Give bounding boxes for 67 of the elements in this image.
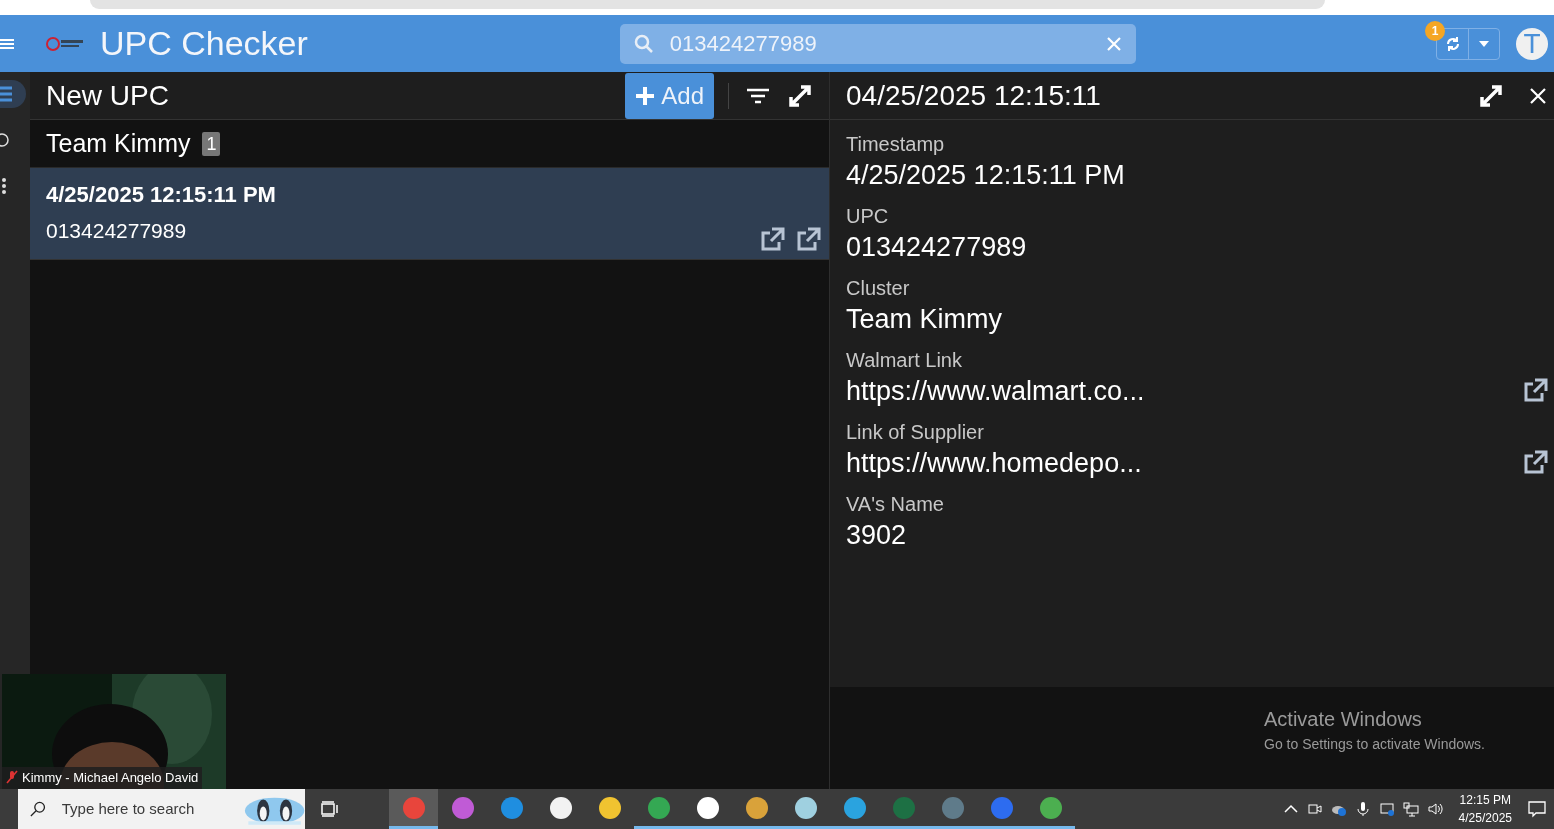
- app-title: UPC Checker: [100, 23, 308, 64]
- participant-name: Kimmy - Michael Angelo David: [22, 768, 199, 787]
- field-label: Link of Supplier: [846, 420, 985, 445]
- app-icon: [744, 795, 769, 820]
- field-label: Cluster: [846, 276, 911, 301]
- field-label: Timestamp: [846, 132, 946, 157]
- count-badge: 1: [202, 131, 221, 156]
- app-icon: [695, 795, 720, 820]
- clock-time: 12:15 PM: [1459, 793, 1511, 807]
- refresh-icon: [1444, 34, 1461, 53]
- plus-icon: [635, 85, 656, 106]
- list-icon: [0, 84, 12, 104]
- activation-text: Go to Settings to activate Windows.: [1264, 735, 1485, 754]
- panel-title: New UPC: [46, 78, 169, 113]
- volume-icon[interactable]: [1426, 801, 1443, 817]
- item-upc: 013424277989: [46, 218, 187, 244]
- field-value: 013424277989: [846, 231, 1027, 264]
- list-item[interactable]: 4/25/2025 12:15:11 PM 013424277989: [30, 168, 829, 260]
- field-label: VA's Name: [846, 492, 945, 517]
- search-icon: [633, 33, 654, 54]
- camera-icon[interactable]: [1306, 801, 1323, 817]
- external-link-icon[interactable]: [759, 225, 787, 253]
- app-icon: [450, 795, 475, 820]
- app-icon: [646, 795, 671, 820]
- display-icon[interactable]: [1378, 801, 1395, 817]
- logo-icon: [46, 36, 86, 51]
- field-label: UPC: [846, 204, 890, 229]
- external-link-icon[interactable]: [795, 225, 823, 253]
- app-icon: [793, 795, 818, 820]
- caret-icon: [1479, 40, 1489, 47]
- search-icon: [30, 800, 46, 818]
- detail-title: 04/25/2025 12:15:11: [846, 78, 1101, 113]
- app-icon: [401, 795, 426, 820]
- activation-title: Activate Windows: [1264, 707, 1423, 732]
- taskbar-search-field[interactable]: Type here to search: [59, 796, 230, 822]
- taskbar-search-bar[interactable]: Type here to search: [18, 789, 305, 829]
- field-link[interactable]: https://www.walmart.co...: [846, 374, 1145, 408]
- app-icon: [891, 795, 916, 820]
- field-value: 4/25/2025 12:15:11 PM: [846, 159, 1125, 192]
- field-link[interactable]: https://www.homedepo...: [846, 446, 1142, 480]
- field-value: Team Kimmy: [846, 303, 1002, 336]
- filter-icon: [747, 87, 769, 104]
- group-name: Team Kimmy: [46, 127, 191, 159]
- expand-icon: [1478, 82, 1504, 109]
- app-icon: [940, 795, 965, 820]
- microphone-icon[interactable]: [1354, 801, 1371, 817]
- notification-badge: 1: [1425, 20, 1445, 41]
- menu-icon[interactable]: [0, 36, 14, 51]
- app-icon: [499, 795, 524, 820]
- external-link-icon[interactable]: [1522, 376, 1550, 404]
- sidebar-button[interactable]: [0, 80, 26, 108]
- app-icon: [1038, 795, 1063, 820]
- field-value: 3902: [846, 519, 907, 552]
- notification-icon[interactable]: [1528, 800, 1546, 818]
- close-icon: [1530, 87, 1546, 104]
- app-icon: [548, 795, 573, 820]
- expand-icon: [787, 82, 813, 109]
- app-icon: [842, 795, 867, 820]
- app-icon: [989, 795, 1014, 820]
- clock[interactable]: 12:15 PM 4/25/2025: [1458, 791, 1512, 827]
- app-icon: [597, 795, 622, 820]
- clock-date: 4/25/2025: [1458, 811, 1512, 825]
- field-label: Walmart Link: [846, 348, 963, 373]
- network-icon[interactable]: [1402, 801, 1419, 817]
- external-link-icon[interactable]: [1522, 448, 1550, 476]
- item-timestamp: 4/25/2025 12:15:11 PM: [46, 181, 276, 209]
- task-view-icon[interactable]: [321, 801, 339, 817]
